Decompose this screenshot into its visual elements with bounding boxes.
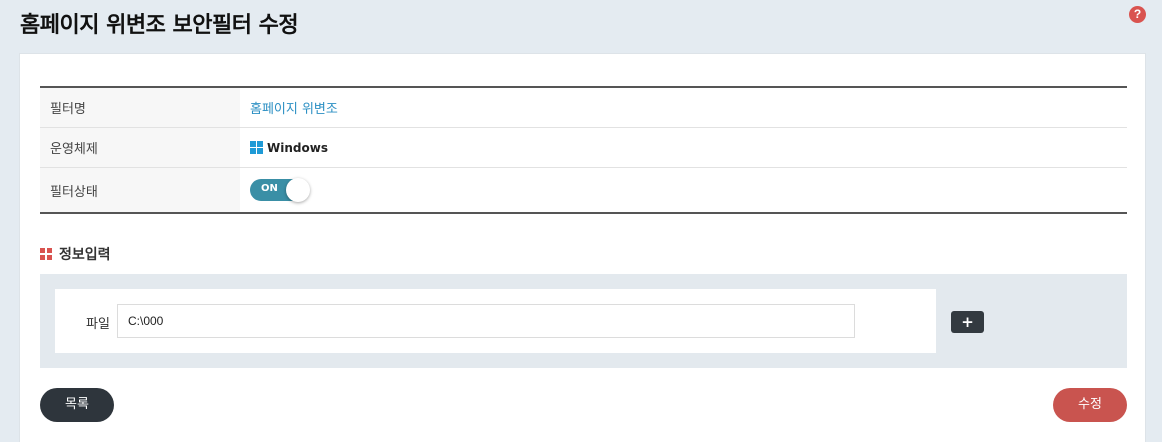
grid-icon	[40, 248, 52, 260]
page-title: 홈페이지 위변조 보안필터 수정	[20, 13, 299, 38]
info-row-filter-name: 필터명 홈페이지 위변조	[40, 88, 1127, 128]
filter-name-value-cell: 홈페이지 위변조	[240, 88, 1127, 127]
help-icon[interactable]: ?	[1129, 6, 1146, 23]
os-value: Windows	[250, 141, 328, 155]
os-label: 운영체제	[40, 128, 240, 167]
section-header: 정보입력	[40, 244, 111, 264]
save-button[interactable]: 수정	[1053, 388, 1127, 422]
file-label: 파일	[86, 317, 110, 332]
add-file-button[interactable]: +	[951, 311, 984, 333]
os-value-cell: Windows	[240, 128, 1127, 167]
content-card: 필터명 홈페이지 위변조 운영체제 Windows 필터상태 ON 정보입력 파…	[19, 53, 1146, 442]
info-row-filter-status: 필터상태 ON	[40, 168, 1127, 212]
filter-name-value: 홈페이지 위변조	[250, 102, 338, 117]
filter-status-toggle[interactable]: ON	[250, 178, 310, 202]
toggle-knob	[286, 178, 310, 202]
filter-name-label: 필터명	[40, 88, 240, 127]
section-title: 정보입력	[59, 247, 111, 263]
toggle-label: ON	[261, 183, 278, 194]
file-path-input[interactable]	[117, 304, 855, 338]
input-area: 파일 +	[40, 274, 1127, 368]
windows-icon	[250, 141, 263, 154]
os-name: Windows	[267, 140, 328, 155]
file-input-box: 파일	[55, 289, 936, 353]
filter-status-value-cell: ON	[240, 168, 1127, 212]
filter-status-label: 필터상태	[40, 168, 240, 212]
info-table: 필터명 홈페이지 위변조 운영체제 Windows 필터상태 ON	[40, 86, 1127, 214]
list-button[interactable]: 목록	[40, 388, 114, 422]
info-row-os: 운영체제 Windows	[40, 128, 1127, 168]
